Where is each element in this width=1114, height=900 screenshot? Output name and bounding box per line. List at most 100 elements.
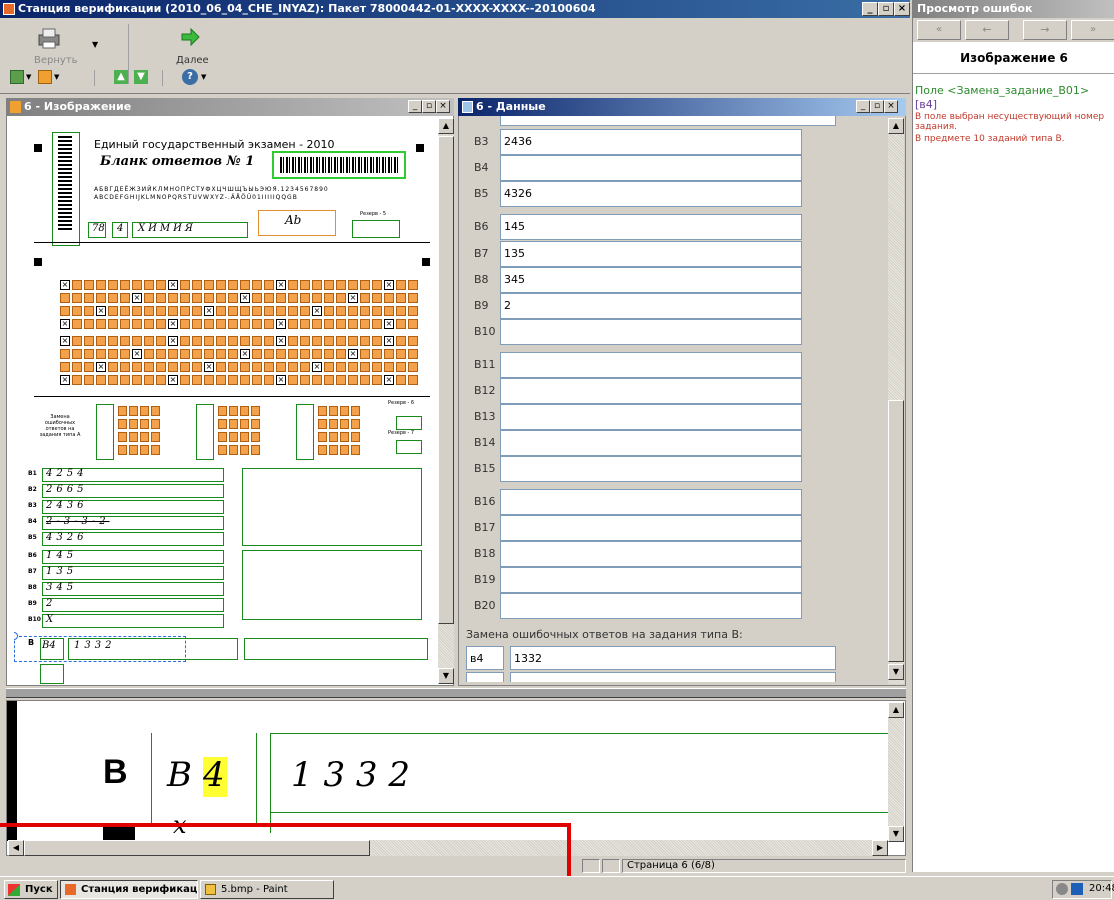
- scroll-up-button[interactable]: ▲: [888, 118, 904, 134]
- panel-close-button[interactable]: ×: [884, 100, 898, 113]
- answer-cell: [228, 280, 238, 290]
- last-error-button[interactable]: »: [1071, 20, 1114, 40]
- data-row-b13: B13: [466, 404, 838, 430]
- tray-clock-icon[interactable]: [1056, 883, 1068, 895]
- answer-cell: [372, 349, 382, 359]
- replace-a-cell: [118, 406, 127, 416]
- answer-cell: [156, 336, 166, 346]
- next-label[interactable]: Далее: [176, 55, 209, 66]
- scroll-left-button[interactable]: ◀: [8, 840, 24, 856]
- answer-cell: [300, 280, 310, 290]
- scroll-up-button[interactable]: ▲: [888, 702, 904, 718]
- answer-cell: [336, 375, 346, 385]
- tray-network-icon[interactable]: [1071, 883, 1083, 895]
- close-button[interactable]: ×: [894, 2, 910, 16]
- printer-icon[interactable]: [36, 26, 62, 50]
- answer-cell: [360, 336, 370, 346]
- data-row-input[interactable]: [500, 378, 802, 404]
- dropdown-arrow-icon[interactable]: ▼: [92, 40, 98, 49]
- data-row-input[interactable]: [500, 155, 802, 181]
- divider-line: [34, 242, 430, 243]
- answer-cell: [84, 375, 94, 385]
- data-row-input[interactable]: [500, 430, 802, 456]
- back-label[interactable]: Вернуть: [34, 55, 78, 66]
- horizontal-splitter[interactable]: [6, 688, 906, 698]
- clipped-field[interactable]: [500, 116, 836, 126]
- data-row-input[interactable]: 4326: [500, 181, 802, 207]
- next-arrow-icon[interactable]: [180, 27, 200, 47]
- data-row-input[interactable]: 2: [500, 293, 802, 319]
- data-row-b20: B20: [466, 593, 838, 619]
- prev-error-button[interactable]: ←: [965, 20, 1009, 40]
- minimize-button[interactable]: _: [862, 2, 878, 16]
- panel-close-button[interactable]: ×: [436, 100, 450, 113]
- clipped-field[interactable]: [510, 672, 836, 682]
- dropdown-arrow-icon[interactable]: ▼: [54, 73, 59, 81]
- data-row-input[interactable]: [500, 319, 802, 345]
- restore-button[interactable]: ▫: [878, 2, 894, 16]
- panel-restore-button[interactable]: ▫: [870, 100, 884, 113]
- answer-cell: [384, 349, 394, 359]
- taskbar-app-paint[interactable]: 5.bmp - Paint: [200, 880, 334, 899]
- data-row-input[interactable]: [500, 515, 802, 541]
- start-button[interactable]: Пуск: [4, 880, 58, 899]
- scroll-thumb[interactable]: [24, 840, 370, 856]
- dropdown-arrow-icon[interactable]: ▼: [201, 73, 206, 81]
- data-row-input[interactable]: [500, 404, 802, 430]
- move-up-icon[interactable]: ▲: [114, 70, 128, 84]
- replace-value-field[interactable]: 1332: [510, 646, 836, 670]
- data-row-input[interactable]: 135: [500, 241, 802, 267]
- answer-cell: [72, 362, 82, 372]
- panel-restore-button[interactable]: ▫: [422, 100, 436, 113]
- answer-cell: [384, 293, 394, 303]
- answer-cell: [384, 306, 394, 316]
- replace-a-cell: [340, 419, 349, 429]
- answer-cell: [204, 375, 214, 385]
- zoom-vscrollbar[interactable]: [888, 702, 904, 838]
- form-b-value: 4254: [46, 468, 88, 479]
- data-row-input[interactable]: [500, 489, 802, 515]
- data-row-input[interactable]: 2436: [500, 129, 802, 155]
- data-row-input[interactable]: [500, 567, 802, 593]
- data-row-input[interactable]: [500, 541, 802, 567]
- scroll-thumb[interactable]: [888, 400, 904, 662]
- answer-cell: [288, 293, 298, 303]
- answer-cell: [372, 375, 382, 385]
- green-doc-icon[interactable]: [10, 70, 24, 84]
- taskbar-app-verification[interactable]: Станция верификаци...: [60, 880, 198, 899]
- data-panel-title: 6 - Данные: [476, 100, 546, 113]
- data-row-b7: B7 135: [466, 241, 838, 267]
- scroll-down-button[interactable]: ▼: [888, 826, 904, 842]
- scroll-down-button[interactable]: ▼: [888, 664, 904, 680]
- answer-cell: [108, 293, 118, 303]
- panel-minimize-button[interactable]: _: [856, 100, 870, 113]
- answer-cell: [180, 349, 190, 359]
- taskbar-app1-label: Станция верификаци...: [81, 884, 198, 895]
- data-row-input[interactable]: 145: [500, 214, 802, 240]
- data-row-label: B12: [474, 384, 496, 397]
- next-error-button[interactable]: →: [1023, 20, 1067, 40]
- scroll-up-button[interactable]: ▲: [438, 118, 454, 134]
- orange-doc-icon[interactable]: [38, 70, 52, 84]
- move-down-icon[interactable]: ▼: [134, 70, 148, 84]
- data-row-input[interactable]: [500, 352, 802, 378]
- replace-a-cell: [240, 445, 249, 455]
- clipped-field[interactable]: [466, 672, 504, 682]
- answer-cell: [96, 319, 106, 329]
- answer-cell: [336, 336, 346, 346]
- scroll-right-button[interactable]: ▶: [872, 840, 888, 856]
- scroll-down-button[interactable]: ▼: [438, 668, 454, 684]
- data-row-input[interactable]: 345: [500, 267, 802, 293]
- scanned-form-image[interactable]: Единый государственный экзамен - 2010 Бл…: [14, 118, 438, 684]
- replace-code-field[interactable]: в4: [466, 646, 504, 670]
- panel-minimize-button[interactable]: _: [408, 100, 422, 113]
- data-row-input[interactable]: [500, 456, 802, 482]
- answer-cell: [132, 306, 142, 316]
- scroll-thumb[interactable]: [438, 136, 454, 624]
- help-icon[interactable]: ?: [182, 69, 198, 85]
- first-error-button[interactable]: «: [917, 20, 961, 40]
- replace-a-cell: [140, 419, 149, 429]
- dropdown-arrow-icon[interactable]: ▼: [26, 73, 31, 81]
- answer-cell: [348, 280, 358, 290]
- data-row-input[interactable]: [500, 593, 802, 619]
